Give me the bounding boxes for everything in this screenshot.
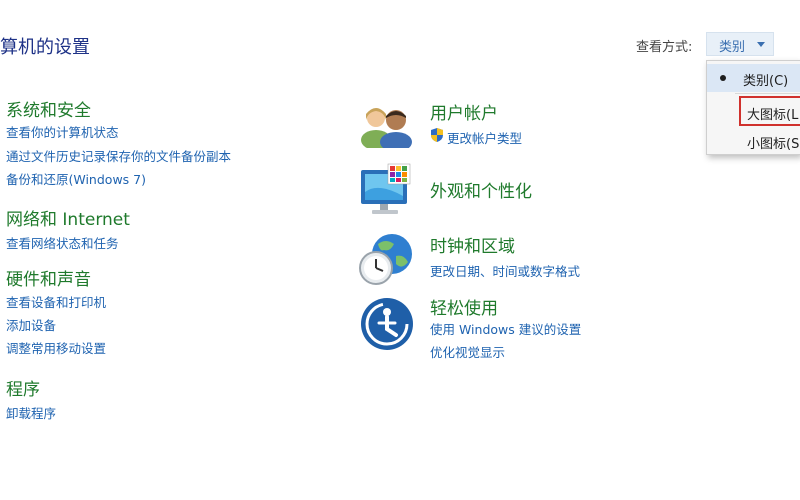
link-uninstall-program[interactable]: 卸载程序 (6, 403, 56, 422)
link-mobility-settings[interactable]: 调整常用移动设置 (6, 338, 106, 357)
category-clock-region[interactable]: 时钟和区域 (430, 232, 515, 257)
view-option-small-icons[interactable]: 小图标(S (707, 127, 800, 155)
category-programs[interactable]: 程序 (6, 375, 40, 400)
selected-bullet-icon (720, 75, 726, 81)
clock-globe-icon[interactable] (356, 230, 416, 290)
category-appearance-personalization[interactable]: 外观和个性化 (430, 177, 532, 202)
view-by-label: 查看方式: (636, 40, 693, 55)
monitor-personalize-icon[interactable] (358, 162, 416, 220)
shield-icon (430, 127, 444, 143)
link-devices-printers[interactable]: 查看设备和打印机 (6, 292, 106, 311)
link-windows-suggested-settings[interactable]: 使用 Windows 建议的设置 (430, 319, 581, 338)
page-title: 算机的设置 (0, 37, 90, 58)
view-option-label: 类别(C) (743, 74, 789, 89)
link-network-status[interactable]: 查看网络状态和任务 (6, 233, 119, 252)
link-backup-restore[interactable]: 备份和还原(Windows 7) (6, 169, 146, 188)
view-option-category[interactable]: 类别(C) (707, 64, 800, 92)
menu-separator (735, 93, 800, 94)
link-optimize-visual-display[interactable]: 优化视觉显示 (430, 342, 505, 361)
link-file-history[interactable]: 通过文件历史记录保存你的文件备份副本 (6, 146, 231, 165)
link-view-computer-status[interactable]: 查看你的计算机状态 (6, 122, 119, 141)
highlight-box (739, 96, 800, 126)
category-system-security[interactable]: 系统和安全 (6, 96, 91, 121)
category-network-internet[interactable]: 网络和 Internet (6, 205, 130, 230)
link-change-date-time-format[interactable]: 更改日期、时间或数字格式 (430, 261, 580, 280)
link-change-account-type[interactable]: 更改帐户类型 (447, 128, 522, 147)
category-hardware-sound[interactable]: 硬件和声音 (6, 265, 91, 290)
category-ease-of-access[interactable]: 轻松使用 (430, 294, 498, 319)
view-by-value: 类别 (719, 40, 746, 55)
chevron-down-icon (757, 42, 765, 47)
users-icon[interactable] (358, 100, 414, 148)
link-add-device[interactable]: 添加设备 (6, 315, 56, 334)
category-user-accounts[interactable]: 用户帐户 (430, 99, 498, 124)
view-by-menu: 类别(C) 大图标(L 小图标(S (706, 60, 800, 155)
view-option-label: 小图标(S (747, 137, 800, 152)
view-by-dropdown[interactable]: 类别 (706, 32, 774, 56)
ease-of-access-icon[interactable] (360, 297, 416, 353)
